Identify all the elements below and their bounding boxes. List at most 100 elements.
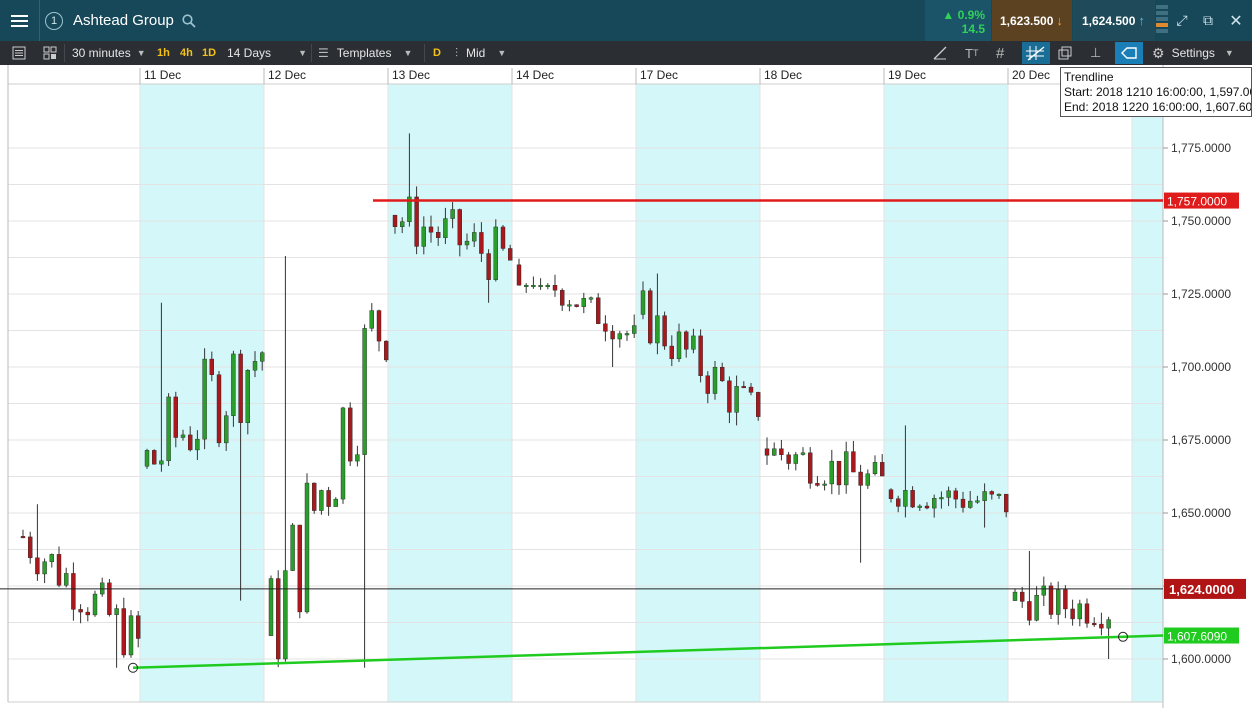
price-type-badge[interactable]: D [433, 41, 441, 65]
chart-area[interactable]: 11 Dec 12 Dec 13 Dec 14 Dec 17 Dec 18 Dec 19 D… [0, 65, 1252, 708]
candle-body [655, 315, 660, 344]
candle-body [844, 451, 849, 486]
candle-body [684, 331, 689, 350]
candle-body [822, 483, 827, 486]
candle-body [28, 536, 33, 558]
grid-icon[interactable]: # [996, 41, 1014, 65]
candle-body [932, 498, 937, 509]
candle-body [982, 491, 987, 501]
text-tool-icon[interactable]: TT [965, 41, 985, 65]
candle-body [624, 333, 630, 336]
candle-body [910, 490, 915, 508]
instrument-name[interactable]: Ashtead Group [73, 0, 174, 41]
candle-body [297, 524, 302, 613]
candle-body [865, 473, 870, 486]
expand-icon[interactable]: ⤢ [1170, 0, 1194, 41]
candle-body [1004, 493, 1009, 513]
candle-body [567, 304, 572, 307]
up-triangle-icon: ▲ [942, 8, 955, 22]
candle-body [231, 353, 236, 416]
candle-body [953, 490, 958, 500]
close-icon[interactable]: ✕ [1222, 0, 1250, 41]
price-tick-label: 1,750.0000 [1171, 214, 1231, 228]
candle-body [662, 315, 667, 347]
candle-body [85, 611, 91, 616]
day-shading [884, 84, 1008, 702]
candle-body [20, 536, 26, 539]
candle-body [968, 500, 973, 508]
candle-body [632, 325, 637, 334]
caret-down-icon: ▼ [403, 48, 413, 58]
magnet-icon[interactable]: ⊥ [1090, 41, 1108, 65]
candle-body [121, 608, 127, 656]
menu-button[interactable] [0, 0, 40, 41]
candle-body [764, 448, 770, 456]
candle-body [223, 415, 229, 444]
trendline-tool-icon[interactable] [1115, 42, 1143, 64]
candle-body [756, 392, 761, 417]
price-type-dropdown[interactable]: ⫶ Mid ▼ [455, 41, 506, 65]
candle-body [268, 578, 274, 636]
candle-body [1041, 585, 1047, 596]
candle-body [516, 264, 522, 286]
candle-body [238, 353, 243, 423]
list-icon[interactable] [12, 41, 28, 65]
candle-body [1020, 591, 1025, 602]
candle-body [698, 335, 703, 376]
search-icon[interactable] [182, 14, 196, 28]
clone-icon[interactable] [1058, 41, 1076, 65]
candle-body [676, 331, 682, 360]
candle-body [457, 209, 462, 246]
candle-body [436, 232, 441, 238]
period-1d-button[interactable]: 1D [202, 41, 216, 65]
buy-price-button[interactable]: 1,624.500 ↑ [1073, 0, 1155, 41]
settings-button[interactable]: ⚙ Settings ▼ [1152, 41, 1234, 65]
sell-price-button[interactable]: 1,623.500 ↓ [992, 0, 1072, 41]
candle-body [545, 285, 550, 287]
candle-body [989, 491, 994, 495]
candle-body [538, 285, 543, 287]
candle-body [173, 396, 179, 438]
candle-body [340, 407, 346, 500]
chart-toolbar: 30 minutes ▼ 1h 4h 1D 14 Days ▼ ☰ Templates… [0, 41, 1252, 65]
candle-body [975, 500, 980, 503]
sell-price: 1,623.500 [1000, 13, 1054, 28]
candle-body [369, 310, 374, 329]
range-dropdown[interactable]: 14 Days ▼ [227, 41, 307, 65]
popout-icon[interactable]: ⧉ [1196, 0, 1220, 41]
candle-body [924, 505, 930, 509]
candle-body [1063, 589, 1068, 610]
candle-body [786, 454, 791, 464]
candle-body [283, 570, 288, 660]
date-label: 14 Dec [516, 68, 554, 82]
hamburger-icon [11, 12, 28, 30]
crosshair-tool-icon[interactable] [1022, 42, 1050, 64]
draw-line-icon[interactable] [933, 41, 951, 65]
candle-body [648, 290, 653, 344]
candle-body [479, 232, 484, 254]
candle-body [166, 396, 171, 462]
candle-body [880, 462, 885, 477]
candle-body [610, 331, 615, 340]
layout-grid-icon[interactable] [43, 41, 59, 65]
candle-body [858, 471, 863, 486]
interval-dropdown[interactable]: 30 minutes ▼ [72, 41, 146, 65]
price-chart[interactable]: 11 Dec 12 Dec 13 Dec 14 Dec 17 Dec 18 Dec 19 D… [0, 65, 1252, 708]
price-change: ▲ 0.9% 14.5 [925, 0, 991, 41]
candle-body [290, 524, 295, 571]
templates-dropdown[interactable]: ☰ Templates ▼ [318, 41, 412, 65]
candle-body [312, 482, 317, 511]
layout-button[interactable]: 1 [40, 0, 68, 41]
candle-body [135, 615, 141, 639]
date-label: 12 Dec [268, 68, 306, 82]
candle-body [552, 285, 558, 291]
resistance-label: 1,757.0000 [1167, 195, 1227, 209]
market-depth-icon[interactable] [1156, 5, 1168, 37]
price-tick-label: 1,600.0000 [1171, 652, 1231, 666]
period-1h-button[interactable]: 1h [157, 41, 170, 65]
period-4h-button[interactable]: 4h [180, 41, 193, 65]
change-percent: ▲ 0.9% [942, 8, 985, 22]
price-tick-label: 1,675.0000 [1171, 433, 1231, 447]
candle-body [531, 285, 536, 287]
date-label: 20 Dec [1012, 68, 1050, 82]
